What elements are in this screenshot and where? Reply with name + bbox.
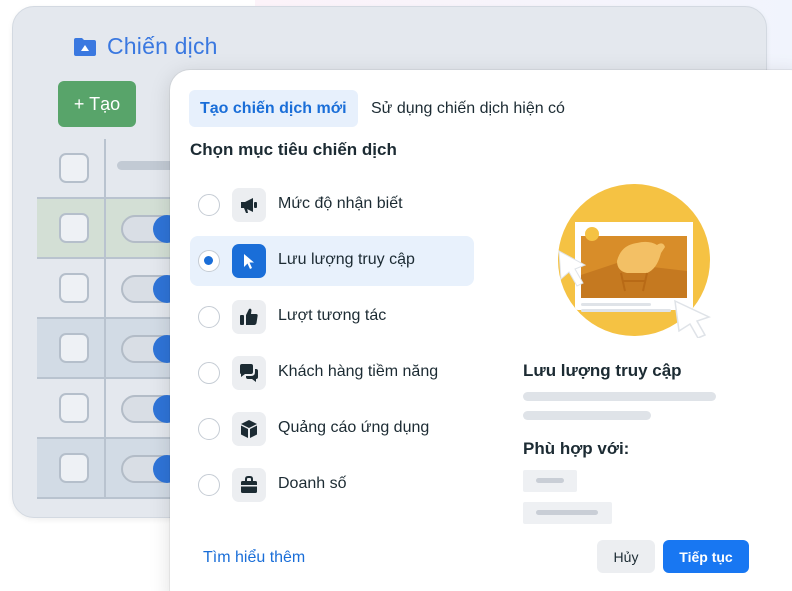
objective-option-traffic[interactable]: Lưu lượng truy cập <box>190 236 474 286</box>
row-checkbox[interactable] <box>59 273 89 303</box>
objective-label: Khách hàng tiềm năng <box>278 363 439 380</box>
radio-button-selected[interactable] <box>198 250 220 272</box>
column-divider <box>104 139 106 499</box>
objective-option-sales[interactable]: Doanh số <box>190 460 474 510</box>
campaign-objective-dialog: Tạo chiến dịch mới Sử dụng chiến dịch hi… <box>170 70 792 591</box>
objective-option-engagement[interactable]: Lượt tương tác <box>190 292 474 342</box>
suitable-for-title: Phù hợp với: <box>523 439 630 458</box>
campaigns-title: Chiến dịch <box>107 33 218 59</box>
radio-button[interactable] <box>198 194 220 216</box>
row-checkbox[interactable] <box>59 213 89 243</box>
chat-bubbles-icon <box>232 356 266 390</box>
objective-option-leads[interactable]: Khách hàng tiềm năng <box>190 348 474 398</box>
shopping-bag-icon <box>232 468 266 502</box>
cube-icon <box>232 412 266 446</box>
objective-option-awareness[interactable]: Mức độ nhận biết <box>190 180 474 230</box>
objective-label: Mức độ nhận biết <box>278 195 403 212</box>
description-placeholder <box>523 411 651 420</box>
radio-button[interactable] <box>198 474 220 496</box>
objective-label: Lưu lượng truy cập <box>278 251 415 268</box>
row-toggle[interactable] <box>121 455 181 483</box>
objective-detail-title: Lưu lượng truy cập <box>523 361 682 380</box>
select-all-checkbox[interactable] <box>59 153 89 183</box>
objective-option-app-promotion[interactable]: Quảng cáo ứng dụng <box>190 404 474 454</box>
megaphone-icon <box>232 188 266 222</box>
objective-label: Doanh số <box>278 475 347 492</box>
suitable-chip-placeholder <box>523 470 577 492</box>
traffic-illustration <box>557 183 712 339</box>
create-campaign-button[interactable]: + Tạo <box>58 81 136 127</box>
suitable-chip-placeholder <box>523 502 612 524</box>
cursor-icon <box>232 244 266 278</box>
row-toggle[interactable] <box>121 335 181 363</box>
cancel-button[interactable]: Hủy <box>597 540 655 573</box>
folder-icon <box>73 37 97 57</box>
radio-button[interactable] <box>198 418 220 440</box>
learn-more-link[interactable]: Tìm hiểu thêm <box>203 549 305 567</box>
objective-label: Quảng cáo ứng dụng <box>278 419 430 436</box>
row-toggle[interactable] <box>121 215 181 243</box>
tab-existing-campaign[interactable]: Sử dụng chiến dịch hiện có <box>360 90 576 127</box>
objective-section-title: Chọn mục tiêu chiến dịch <box>190 140 397 159</box>
row-toggle[interactable] <box>121 395 181 423</box>
row-checkbox[interactable] <box>59 333 89 363</box>
row-toggle[interactable] <box>121 275 181 303</box>
radio-button[interactable] <box>198 362 220 384</box>
row-checkbox[interactable] <box>59 453 89 483</box>
radio-button[interactable] <box>198 306 220 328</box>
thumbs-up-icon <box>232 300 266 334</box>
campaigns-header: Chiến dịch <box>73 33 218 60</box>
row-checkbox[interactable] <box>59 393 89 423</box>
description-placeholder <box>523 392 716 401</box>
continue-button[interactable]: Tiếp tục <box>663 540 749 573</box>
objective-label: Lượt tương tác <box>278 307 387 324</box>
tab-new-campaign[interactable]: Tạo chiến dịch mới <box>189 90 358 127</box>
